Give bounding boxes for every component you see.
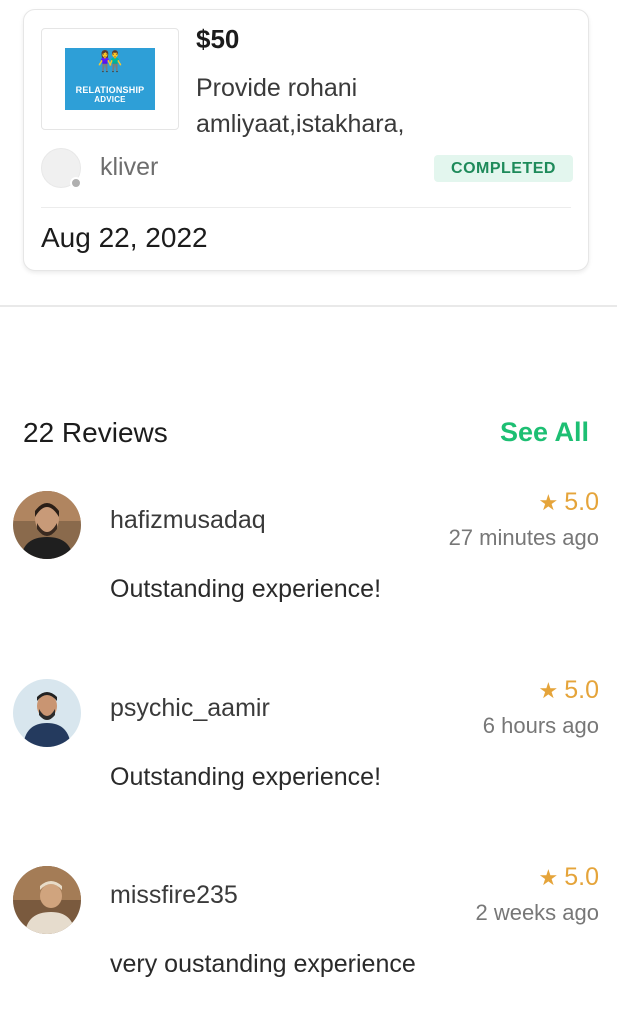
card-divider	[41, 207, 571, 208]
seller-name[interactable]: kliver	[100, 153, 158, 182]
thumbnail-text-line2: ADVICE	[94, 95, 126, 104]
review-time: 2 weeks ago	[475, 900, 599, 925]
status-badge: COMPLETED	[434, 155, 573, 182]
review-time: 27 minutes ago	[448, 525, 599, 550]
review-item: missfire235 ★ 5.0 2 weeks ago very oustan…	[0, 863, 617, 1006]
gig-thumbnail[interactable]: 👫 RELATIONSHIP ADVICE	[41, 28, 179, 130]
thumbnail-text-line1: RELATIONSHIP	[75, 85, 145, 95]
review-text: very oustanding experience	[110, 950, 416, 978]
review-rating: ★ 5.0	[539, 488, 600, 517]
review-item: psychic_aamir ★ 5.0 6 hours ago Outstandi…	[0, 676, 617, 819]
review-username[interactable]: missfire235	[110, 881, 238, 910]
review-item: hafizmusadaq ★ 5.0 27 minutes ago Outstan…	[0, 488, 617, 631]
couple-icon: 👫	[97, 51, 123, 73]
star-icon: ★	[538, 865, 559, 890]
order-description: Provide rohani amliyaat,istakhara,	[196, 74, 405, 138]
star-icon: ★	[538, 490, 559, 515]
avatar[interactable]	[13, 866, 81, 934]
review-username[interactable]: psychic_aamir	[110, 694, 270, 723]
order-date: Aug 22, 2022	[41, 222, 208, 253]
rating-value: 5.0	[564, 488, 599, 516]
order-price: $50	[196, 24, 240, 54]
review-username[interactable]: hafizmusadaq	[110, 506, 266, 535]
rating-value: 5.0	[564, 863, 599, 891]
review-rating: ★ 5.0	[539, 676, 600, 705]
section-divider	[0, 305, 617, 307]
review-text: Outstanding experience!	[110, 575, 382, 603]
avatar[interactable]	[13, 491, 81, 559]
seller-avatar[interactable]	[41, 148, 82, 189]
reviews-count: 22 Reviews	[23, 417, 168, 448]
rating-value: 5.0	[564, 676, 599, 704]
review-rating: ★ 5.0	[539, 863, 600, 892]
gig-thumbnail-image: 👫 RELATIONSHIP ADVICE	[65, 48, 155, 110]
online-status-icon	[70, 177, 82, 189]
see-all-link[interactable]: See All	[500, 417, 589, 448]
avatar[interactable]	[13, 679, 81, 747]
order-card[interactable]: 👫 RELATIONSHIP ADVICE $50 Provide rohani…	[23, 9, 589, 271]
review-time: 6 hours ago	[482, 713, 599, 738]
star-icon: ★	[538, 678, 559, 703]
review-text: Outstanding experience!	[110, 763, 382, 791]
